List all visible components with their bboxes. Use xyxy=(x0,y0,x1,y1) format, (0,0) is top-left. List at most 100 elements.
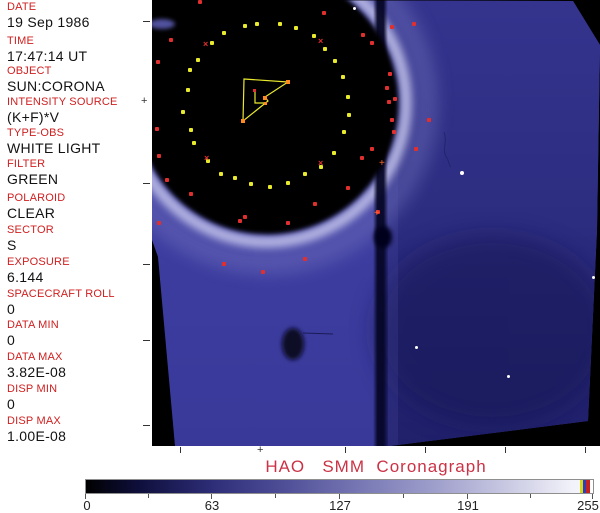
fiducial-red-dot xyxy=(392,130,396,134)
red-ring-outer-dot xyxy=(303,257,307,261)
metadata-field: TYPE-OBS WHITE LIGHT xyxy=(7,127,101,156)
yellow-ring-dot xyxy=(243,24,247,28)
colorbar-tick xyxy=(403,494,404,498)
colorbar-tick xyxy=(530,494,531,498)
field-value: 17:47:14 UT xyxy=(7,48,88,64)
field-value: 0 xyxy=(7,332,16,348)
yellow-ring-dot xyxy=(346,95,350,99)
metadata-field: POLAROID CLEAR xyxy=(7,192,66,221)
field-label: TIME xyxy=(7,35,35,47)
red-ring-outer-dot xyxy=(157,221,161,225)
field-label: INTENSITY SOURCE xyxy=(7,96,118,108)
red-ring-inner-dot xyxy=(169,38,173,42)
colorbar-tick xyxy=(148,494,149,498)
red-ring-inner-dot xyxy=(387,100,391,104)
yellow-ring-dot xyxy=(303,172,307,176)
red-ring-inner-dot xyxy=(156,60,160,64)
colorbar-tick xyxy=(275,494,276,498)
fiducial-red-dot xyxy=(390,118,394,122)
fiducial-x-marker: × xyxy=(318,158,324,168)
field-value: S xyxy=(7,237,17,253)
coronagraph-image[interactable]: × × × × + + xyxy=(152,0,600,446)
fiducial-x-marker: × xyxy=(318,36,324,46)
metadata-field: INTENSITY SOURCE (K+F)*V xyxy=(7,96,118,125)
star-dot xyxy=(592,276,595,279)
yellow-ring-dot xyxy=(233,176,237,180)
axis-tick-left xyxy=(143,264,150,265)
yellow-ring-dot xyxy=(323,47,327,51)
field-label: DATA MIN xyxy=(7,319,59,331)
red-ring-outer-dot xyxy=(414,147,418,151)
field-value: 6.144 xyxy=(7,269,44,285)
field-label: SECTOR xyxy=(7,224,54,236)
sun-center-axis-marker: + xyxy=(257,444,264,456)
metadata-field: OBJECT SUN:CORONA xyxy=(7,66,105,94)
field-label: FILTER xyxy=(7,158,46,170)
metadata-field: DISP MAX 1.00E-08 xyxy=(7,415,67,444)
red-ring-inner-dot xyxy=(238,219,242,223)
field-value: GREEN xyxy=(7,171,59,187)
field-value: 0 xyxy=(7,396,16,412)
colorbar-tick-label: 191 xyxy=(457,498,479,513)
red-ring-inner-dot xyxy=(346,186,350,190)
red-ring-inner-dot xyxy=(165,178,169,182)
yellow-ring-dot xyxy=(347,113,351,117)
yellow-ring-dot xyxy=(286,181,290,185)
red-ring-inner-dot xyxy=(313,202,317,206)
metadata-field: FILTER GREEN xyxy=(7,158,59,187)
red-ring-outer-dot xyxy=(412,22,416,26)
field-label: POLAROID xyxy=(7,192,66,204)
metadata-field: EXPOSURE 6.144 xyxy=(7,257,70,285)
field-value: 1.00E-08 xyxy=(7,428,67,444)
star-dot xyxy=(460,171,464,175)
field-value: CLEAR xyxy=(7,205,56,221)
field-label: DISP MAX xyxy=(7,415,61,427)
field-value: 19 Sep 1986 xyxy=(7,14,90,30)
intensity-colorbar xyxy=(85,479,594,494)
colorbar-tick-label: 255 xyxy=(577,498,599,513)
yellow-ring-dot xyxy=(249,182,253,186)
axis-tick-bottom xyxy=(505,447,506,453)
smm-coronagraph-display: { "metadata_panel": { "label_color": "#d… xyxy=(0,0,600,513)
field-value: 0 xyxy=(7,301,16,317)
colorbar-tick-label: 127 xyxy=(329,498,351,513)
metadata-field: DATE 19 Sep 1986 xyxy=(7,2,90,30)
red-ring-inner-dot xyxy=(360,156,364,160)
axis-tick-left xyxy=(143,340,150,341)
fiducial-dots-layer: × × × × + + xyxy=(152,0,600,446)
fiducial-red-dot xyxy=(393,97,397,101)
axis-tick-bottom xyxy=(425,447,426,453)
fiducial-red-dot xyxy=(388,72,392,76)
yellow-ring-dot xyxy=(196,58,200,62)
yellow-ring-dot xyxy=(188,68,192,72)
red-ring-inner-dot xyxy=(189,192,193,196)
field-value: SUN:CORONA xyxy=(7,78,105,94)
yellow-ring-dot xyxy=(333,59,337,63)
yellow-ring-dot xyxy=(342,130,346,134)
field-value: WHITE LIGHT xyxy=(7,140,101,156)
field-label: DATA MAX xyxy=(7,351,63,363)
yellow-ring-dot xyxy=(189,128,193,132)
field-label: DISP MIN xyxy=(7,383,58,395)
axis-tick-left xyxy=(143,425,150,426)
yellow-ring-dot xyxy=(222,31,226,35)
metadata-field: DATA MAX 3.82E-08 xyxy=(7,351,66,380)
field-value: (K+F)*V xyxy=(7,109,60,125)
red-ring-inner-dot xyxy=(286,221,290,225)
sun-center-axis-marker: + xyxy=(141,95,148,107)
field-label: SPACECRAFT ROLL xyxy=(7,288,115,300)
yellow-ring-dot xyxy=(192,141,196,145)
axis-tick-bottom xyxy=(345,447,346,453)
yellow-ring-dot xyxy=(268,185,272,189)
red-ring-inner-dot xyxy=(157,154,161,158)
metadata-field: TIME 17:47:14 UT xyxy=(7,35,88,64)
red-ring-outer-dot xyxy=(261,270,265,274)
metadata-field: DATA MIN 0 xyxy=(7,319,59,348)
field-label: TYPE-OBS xyxy=(7,127,65,139)
star-dot xyxy=(415,346,418,349)
axis-tick-left xyxy=(143,183,150,184)
metadata-panel: DATE 19 Sep 1986 TIME 17:47:14 UT OBJECT SU… xyxy=(0,0,150,446)
red-ring-outer-dot xyxy=(222,262,226,266)
red-ring-inner-dot xyxy=(243,215,247,219)
colorbar-tick-label: 63 xyxy=(204,498,220,513)
